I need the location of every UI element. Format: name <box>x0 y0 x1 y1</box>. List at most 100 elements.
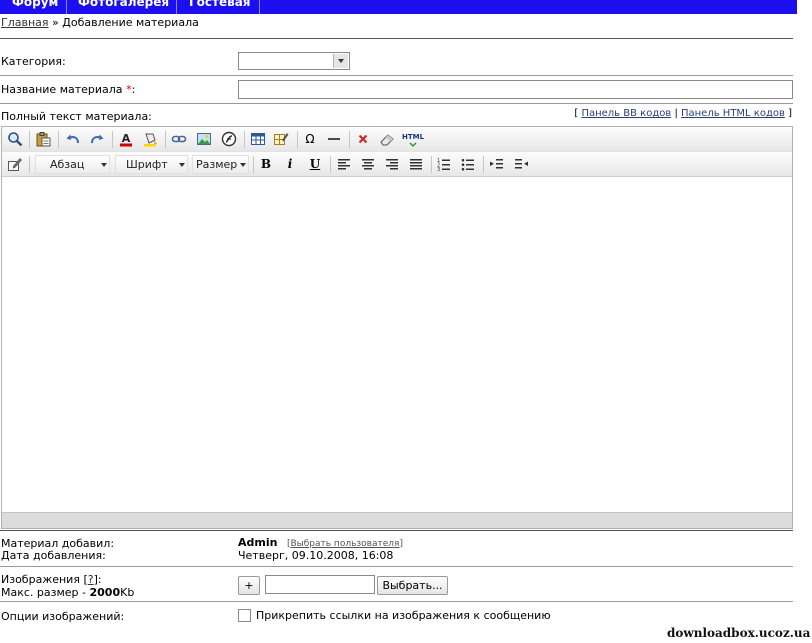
redo-icon[interactable] <box>88 131 106 148</box>
eraser-icon[interactable] <box>378 131 396 148</box>
rich-text-editor: A Ω HTML Абзац Шрифт Размер B i U 1 2 3 <box>1 126 793 529</box>
svg-text:A: A <box>122 132 131 145</box>
divider <box>0 566 793 567</box>
author-name: Admin <box>238 536 278 549</box>
html-codes-panel-link[interactable]: Панель HTML кодов <box>681 108 785 119</box>
outdent-icon[interactable] <box>512 156 530 173</box>
image-icon[interactable] <box>195 131 213 148</box>
category-select[interactable] <box>238 52 350 70</box>
numbered-list-icon[interactable]: 123 <box>435 156 453 173</box>
breadcrumb-separator: » <box>52 16 59 29</box>
title-label-text: Название материала <box>1 83 123 96</box>
title-label: Название материала *: <box>1 83 135 96</box>
align-center-icon[interactable] <box>359 156 377 173</box>
divider <box>0 75 793 76</box>
toolbar-separator <box>165 131 166 148</box>
toolbar-separator <box>253 156 254 173</box>
breadcrumb-home-link[interactable]: Главная <box>1 16 49 29</box>
category-label: Категория: <box>1 55 66 68</box>
images-label: Изображения [?]: <box>1 573 102 586</box>
bb-codes-panel-link[interactable]: Панель BB кодов <box>581 108 671 119</box>
toolbar-separator <box>29 156 30 173</box>
toolbar-separator <box>431 156 432 173</box>
toolbar-separator <box>112 131 113 148</box>
images-label-suffix: ]: <box>93 573 102 586</box>
horizontal-rule-icon[interactable] <box>325 131 343 148</box>
images-label-text: Изображения [ <box>1 573 88 586</box>
editor-content-area[interactable] <box>2 179 792 512</box>
font-size-select[interactable]: Размер <box>192 155 249 174</box>
paste-icon[interactable] <box>34 131 52 148</box>
underline-icon[interactable]: U <box>306 156 324 173</box>
links-separator: | <box>674 108 678 119</box>
align-left-icon[interactable] <box>335 156 353 173</box>
max-size-label: Макс. размер - 2000Kb <box>1 586 134 599</box>
image-file-input[interactable] <box>265 575 375 594</box>
flash-media-icon[interactable] <box>220 131 238 148</box>
chevron-down-icon <box>101 163 107 167</box>
font-size-label: Размер <box>196 158 238 171</box>
max-size-prefix: Макс. размер - <box>1 586 90 599</box>
align-right-icon[interactable] <box>383 156 401 173</box>
toolbar-separator <box>29 131 30 148</box>
chevron-down-icon <box>240 163 246 167</box>
divider <box>0 601 793 602</box>
divider <box>0 530 793 531</box>
toolbar-separator <box>58 131 59 148</box>
table-icon[interactable] <box>249 131 267 148</box>
align-justify-icon[interactable] <box>407 156 425 173</box>
title-input[interactable] <box>238 80 793 99</box>
title-label-colon: : <box>131 83 136 96</box>
text-color-icon[interactable]: A <box>117 131 135 148</box>
nav-separator <box>259 0 260 14</box>
add-image-field-button[interactable]: + <box>238 576 260 595</box>
watermark-text: downloadbox.ucoz.ua <box>667 626 811 640</box>
edit-styles-icon[interactable] <box>6 156 24 173</box>
panel-switch-links: [ Панель BB кодов | Панель HTML кодов ] <box>574 108 792 119</box>
undo-icon[interactable] <box>64 131 82 148</box>
toolbar-separator <box>349 131 350 148</box>
attach-links-label[interactable]: Прикрепить ссылки на изображения к сообщ… <box>256 609 551 622</box>
remove-format-x-icon[interactable] <box>354 131 372 148</box>
divider <box>0 38 793 39</box>
choose-user-link[interactable]: Выбрать пользователя <box>290 539 399 549</box>
indent-icon[interactable] <box>488 156 506 173</box>
paragraph-format-select[interactable]: Абзац <box>35 155 110 174</box>
max-size-value: 2000 <box>89 586 121 599</box>
special-char-omega-icon[interactable]: Ω <box>301 131 319 148</box>
html-source-icon[interactable]: HTML <box>402 131 424 148</box>
nav-separator <box>66 0 67 14</box>
toolbar-separator <box>244 131 245 148</box>
background-color-icon[interactable] <box>141 131 159 148</box>
html-source-label: HTML <box>402 133 425 141</box>
preview-zoom-icon[interactable] <box>6 131 24 148</box>
table-edit-icon[interactable] <box>272 131 290 148</box>
added-by-row: Admin [Выбрать пользователя] <box>238 536 403 549</box>
nav-item-guestbook[interactable]: Гостевая <box>189 0 251 14</box>
chevron-down-icon[interactable] <box>333 54 348 68</box>
nav-item-forum[interactable]: Форум <box>12 0 58 14</box>
toolbar-separator <box>297 131 298 148</box>
link-icon[interactable] <box>170 131 188 148</box>
fulltext-label: Полный текст материала: <box>1 110 152 123</box>
date-added-label: Дата добавления: <box>1 549 106 562</box>
bracket-close: ] <box>399 539 403 549</box>
paragraph-format-label: Абзац <box>50 158 85 171</box>
divider <box>0 103 793 104</box>
attach-links-checkbox[interactable] <box>238 609 251 622</box>
font-family-select[interactable]: Шрифт <box>115 155 188 174</box>
choose-user-wrapper: [Выбрать пользователя] <box>287 539 403 549</box>
bold-icon[interactable]: B <box>257 156 275 173</box>
bulleted-list-icon[interactable] <box>459 156 477 173</box>
bracket-close: ] <box>788 108 792 119</box>
nav-item-photogallery[interactable]: Фотогалерея <box>78 0 169 14</box>
editor-toolbar-row-2: Абзац Шрифт Размер B i U 123 <box>2 152 792 177</box>
date-added-value: Четверг, 09.10.2008, 16:08 <box>238 549 394 562</box>
font-family-label: Шрифт <box>126 158 168 171</box>
browse-file-button[interactable]: Выбрать... <box>377 576 448 595</box>
italic-icon[interactable]: i <box>281 156 299 173</box>
toolbar-separator <box>330 156 331 173</box>
chevron-down-icon <box>179 163 185 167</box>
editor-resize-bar[interactable] <box>2 512 792 528</box>
svg-text:3: 3 <box>437 167 440 172</box>
